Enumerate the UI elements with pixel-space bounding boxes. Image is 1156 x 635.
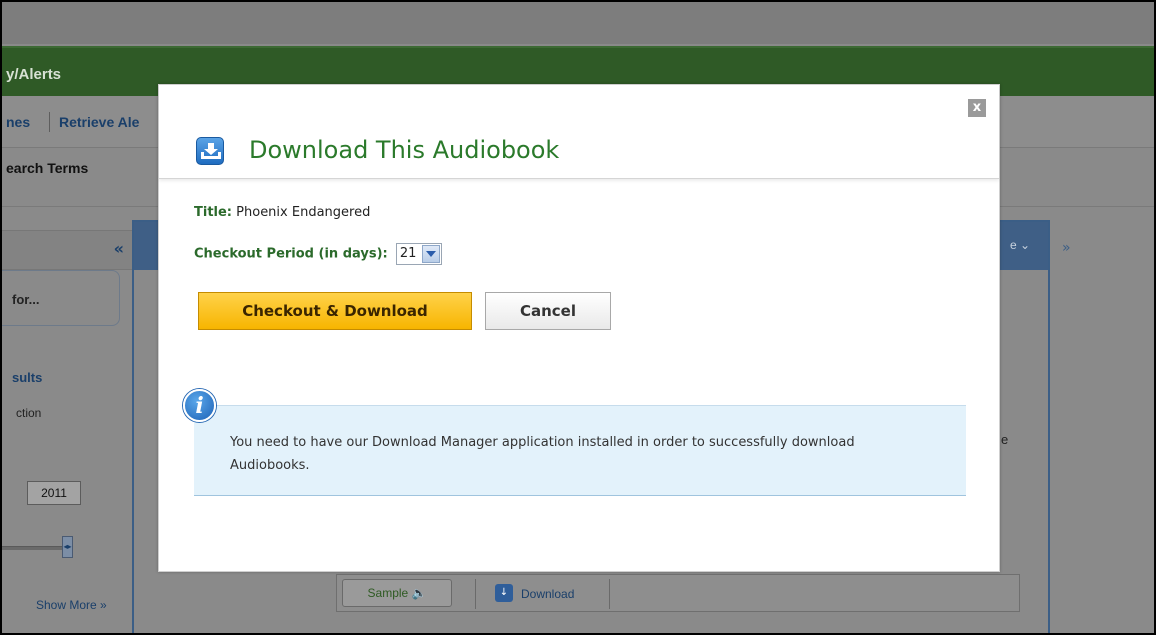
download-link[interactable]: Download [521, 587, 574, 601]
subnav-link-a[interactable]: nes [6, 114, 30, 130]
checkout-period-select[interactable]: 21 [395, 243, 442, 265]
text-fragment: e [1001, 432, 1009, 447]
expand-right-icon[interactable]: » [1062, 240, 1071, 256]
sort-dropdown-fragment[interactable]: e ⌄ [1010, 238, 1030, 252]
checkout-download-button[interactable]: Checkout & Download [198, 292, 472, 330]
sample-button[interactable]: Sample 🔈 [342, 579, 452, 607]
dialog-title: Download This Audiobook [249, 136, 560, 164]
download-icon[interactable]: ↓ [495, 584, 513, 602]
year-field[interactable]: 2011 [27, 481, 81, 505]
download-audiobook-dialog: Download This Audiobook x Title: Phoenix… [158, 84, 1000, 572]
year-slider-handle[interactable]: ◂▸ [62, 536, 73, 558]
close-icon[interactable]: x [968, 99, 986, 117]
search-terms-label: earch Terms [6, 160, 89, 176]
header-title: y/Alerts [6, 66, 62, 83]
download-arrow-icon [196, 137, 224, 165]
results-heading: sults [12, 370, 43, 385]
checkout-period-row: Checkout Period (in days): 21 [194, 243, 442, 265]
info-message-box: You need to have our Download Manager ap… [194, 405, 966, 496]
checkout-period-value: 21 [399, 246, 417, 261]
collapse-left-icon[interactable]: « [114, 239, 124, 258]
left-panel-header: « [2, 230, 132, 270]
title-value: Phoenix Endangered [236, 205, 371, 220]
dialog-header: Download This Audiobook [159, 85, 999, 179]
cancel-button[interactable]: Cancel [485, 292, 611, 330]
chevron-down-icon[interactable] [421, 245, 440, 263]
browser-top-area [2, 2, 1154, 44]
subnav-separator [49, 112, 50, 132]
title-row: Title: Phoenix Endangered [194, 205, 370, 220]
separator [475, 579, 476, 609]
year-slider-track[interactable] [2, 546, 62, 550]
filter-label: ction [16, 406, 42, 420]
show-more-link[interactable]: Show More » [36, 598, 107, 612]
info-message-text: You need to have our Download Manager ap… [230, 435, 855, 473]
info-icon: i [183, 389, 216, 422]
separator [609, 579, 610, 609]
title-label: Title: [194, 205, 233, 220]
subnav-link-retrieve-alerts[interactable]: Retrieve Ale [59, 114, 139, 130]
item-action-bar: Sample 🔈 ↓ Download [336, 574, 1020, 612]
search-for-text: for... [12, 292, 40, 307]
screen: y/Alerts nes Retrieve Ale earch Terms « … [0, 0, 1156, 635]
checkout-period-label: Checkout Period (in days): [194, 246, 388, 262]
